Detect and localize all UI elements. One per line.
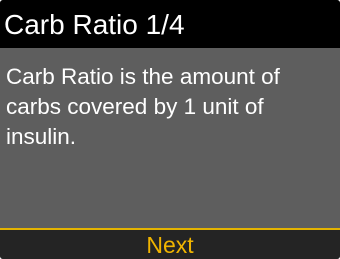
info-line-1: Carb Ratio is the amount of [6, 64, 280, 89]
screen-title: Carb Ratio 1/4 [4, 9, 185, 40]
title-bar: Carb Ratio 1/4 [0, 0, 340, 48]
info-line-2: carbs covered by 1 unit of [6, 94, 264, 119]
info-line-3: insulin. [6, 124, 77, 149]
info-text: Carb Ratio is the amount of carbs covere… [6, 62, 336, 152]
pump-screen: Carb Ratio 1/4 Carb Ratio is the amount … [0, 0, 340, 259]
info-panel: Carb Ratio is the amount of carbs covere… [0, 48, 340, 228]
next-button-label: Next [146, 232, 194, 258]
next-button[interactable]: Next [0, 230, 340, 259]
